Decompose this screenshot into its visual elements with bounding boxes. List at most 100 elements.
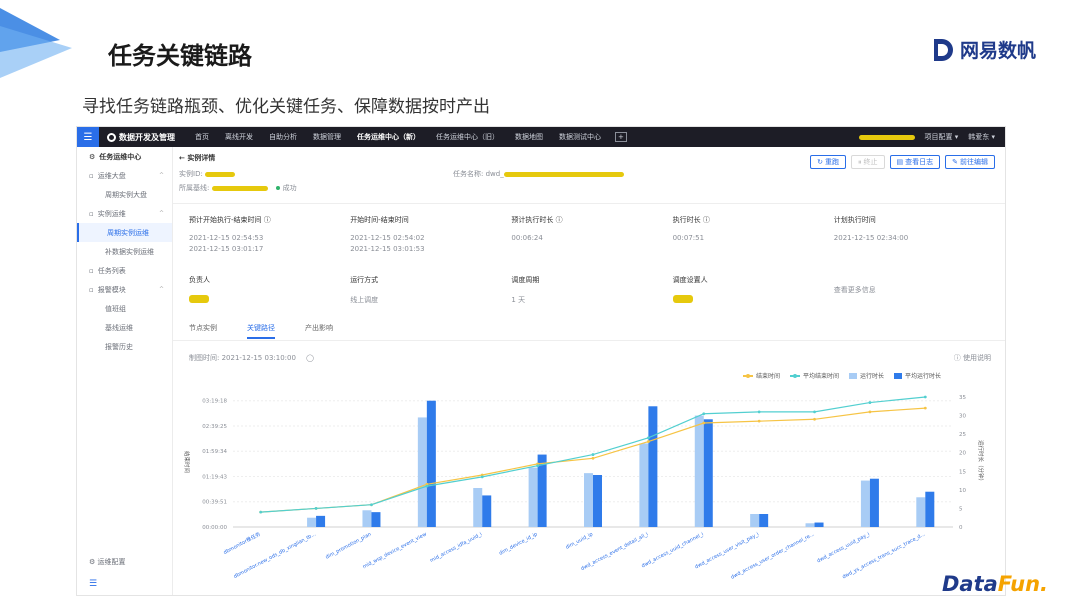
sidebar-item[interactable]: ▫ 实例运维 ^ (77, 204, 172, 223)
menu-group-icon: ▫ (89, 209, 94, 218)
stop-button[interactable]: ⏸ 终止 (851, 155, 885, 169)
go-edit-button[interactable]: ✎ 前往编辑 (945, 155, 995, 169)
bar-avg-run-duration (593, 475, 602, 527)
baseline-label: 所属基线: (179, 184, 210, 192)
sidebar-item[interactable]: ▫ 任务列表 (77, 261, 172, 280)
nav-item[interactable]: 数据管理 (305, 132, 349, 142)
view-log-button[interactable]: ▤ 查看日志 (889, 155, 941, 169)
info-value: 2021-12-15 02:34:00 (833, 234, 909, 242)
more-info-link[interactable]: 查看更多信息 (834, 285, 995, 295)
add-tab-icon[interactable]: + (615, 132, 627, 142)
sidebar-item[interactable]: ▫ 运维大盘 ^ (77, 166, 172, 185)
nav-item[interactable]: 数据地图 (507, 132, 551, 142)
collapse-sidebar-icon[interactable]: ☰ (89, 579, 97, 589)
back-link[interactable]: ← 实例详情 (179, 153, 297, 163)
y-left-tick-label: 00:39:51 (202, 500, 227, 506)
bar-avg-run-duration (482, 495, 492, 527)
y-left-tick-label: 01:19:43 (202, 474, 227, 480)
y-right-tick-label: 30 (959, 414, 966, 420)
bar-avg-run-duration (925, 491, 935, 527)
back-label: 实例详情 (187, 154, 216, 162)
datafun-logo-part-a: Data (941, 572, 998, 596)
user-menu[interactable]: 韩爱东 ▾ (968, 132, 995, 142)
info-cell: 计划执行时间 2021-12-15 02:34:00 (834, 215, 995, 255)
info-label: 调度设置人 (672, 276, 708, 284)
x-tick-label: dim_uuid_ip (565, 531, 594, 550)
info-cell: 负责人 (189, 275, 350, 305)
bar-run-duration (417, 417, 427, 527)
sidebar-header[interactable]: ⚙ 任务运维中心 (77, 147, 172, 166)
bar-run-duration (528, 467, 538, 527)
datafun-logo: DataFun. (942, 572, 1048, 596)
y-right-tick-label: 10 (959, 488, 966, 494)
redacted-person (189, 295, 209, 303)
series-point (259, 510, 263, 514)
log-label: 查看日志 (905, 158, 934, 166)
info-cell: 预计开始执行-结束时间 ⓘ 2021-12-15 02:54:53 2021-12-… (189, 215, 350, 255)
settings-icon: ⚙ (89, 558, 96, 566)
sidebar-item-ops-config[interactable]: ⚙ 运维配置 (89, 557, 126, 567)
instance-id-label: 实例ID: (179, 170, 203, 178)
y-right-tick-label: 35 (959, 395, 966, 401)
series-point (480, 475, 484, 479)
x-tick-label: dbmonitor推任务 (222, 531, 261, 556)
bar-avg-run-duration (703, 419, 713, 527)
legend-swatch (848, 372, 857, 379)
sidebar-item[interactable]: 报警历史 (77, 337, 172, 356)
bar-avg-run-duration (426, 400, 436, 527)
gear-icon: ⚙ (89, 152, 96, 161)
task-name: 任务名称: dwd_ (453, 169, 624, 179)
brand-name: 网易数帆 (959, 40, 1036, 62)
series-point (370, 503, 373, 507)
sidebar-item[interactable]: 周期实例大盘 (77, 185, 172, 204)
series-point (646, 440, 650, 443)
sidebar-item[interactable]: ▫ 报警模块 ^ (77, 280, 172, 299)
menu-icon[interactable]: ☰ (77, 127, 99, 147)
info-label: 开始时间-结束时间 (350, 216, 409, 224)
refresh-icon: ↻ (817, 158, 823, 166)
info-value: 线上调度 (350, 296, 379, 304)
info-label: 运行方式 (350, 276, 379, 284)
info-cell: 预计执行时长 ⓘ 00:06:24 (511, 215, 672, 255)
series-point (536, 464, 540, 468)
tab-0[interactable]: 节点实例 (189, 323, 217, 339)
series-point (702, 421, 706, 425)
nav-item[interactable]: 任务运维中心（旧） (428, 132, 507, 142)
detail-header: ← 实例详情 实例ID: 所属基线: 成功 (179, 153, 297, 193)
app-name[interactable]: 数据开发及管理 (99, 132, 187, 143)
nav-item[interactable]: 离线开发 (217, 132, 261, 142)
info-value: 1 天 (511, 296, 526, 304)
instance-id-row: 实例ID: (179, 169, 297, 179)
bar-avg-run-duration (648, 406, 658, 527)
sidebar-item[interactable]: 值班组 (77, 299, 172, 318)
task-name-label: 任务名称: dwd_ (453, 170, 504, 178)
sidebar: ⚙ 任务运维中心 ▫ 运维大盘 ^ 周期实例大盘 ▫ 实例运维 ^ 周期实例运维 补数据实例运维… (77, 147, 173, 595)
nav-item[interactable]: 自助分析 (261, 132, 305, 142)
topbar-right: 项目配置 ▾ 韩爱东 ▾ (858, 132, 1006, 142)
nav-item[interactable]: 首页 (187, 132, 217, 142)
help-link[interactable]: ⓘ 使用说明 (954, 353, 991, 363)
sidebar-item[interactable]: 补数据实例运维 (77, 242, 172, 261)
y-left-tick-label: 01:59:34 (202, 449, 227, 455)
redacted-project[interactable] (858, 134, 915, 140)
tab-2[interactable]: 产出影响 (305, 323, 333, 339)
detail-tabs: 节点实例 关键路径 产出影响 (189, 323, 333, 339)
redacted-task-name (503, 171, 624, 177)
sidebar-item[interactable]: 周期实例运维 (77, 223, 172, 242)
y-right-tick-label: 0 (959, 525, 963, 531)
nav-item[interactable]: 任务运维中心（新） (349, 132, 428, 142)
info-value: 2021-12-15 03:01:17 (189, 245, 264, 253)
slide-title: 任务关键链路 (108, 42, 252, 70)
baseline-row: 所属基线: 成功 (179, 183, 297, 193)
nav-item[interactable]: 数据测试中心 (551, 132, 609, 142)
tab-1[interactable]: 关键路径 (247, 323, 275, 339)
series-point (757, 410, 761, 414)
y-left-axis-label: 结束时间 (183, 451, 191, 473)
sidebar-item-label: 实例运维 (97, 209, 126, 218)
project-config-menu[interactable]: 项目配置 ▾ (925, 132, 959, 142)
y-right-tick-label: 5 (959, 506, 963, 512)
sidebar-item[interactable]: 基线运维 (77, 318, 172, 337)
success-dot-icon (275, 186, 280, 190)
info-value: 00:07:51 (672, 234, 705, 242)
rerun-button[interactable]: ↻ 重跑 (810, 155, 846, 169)
